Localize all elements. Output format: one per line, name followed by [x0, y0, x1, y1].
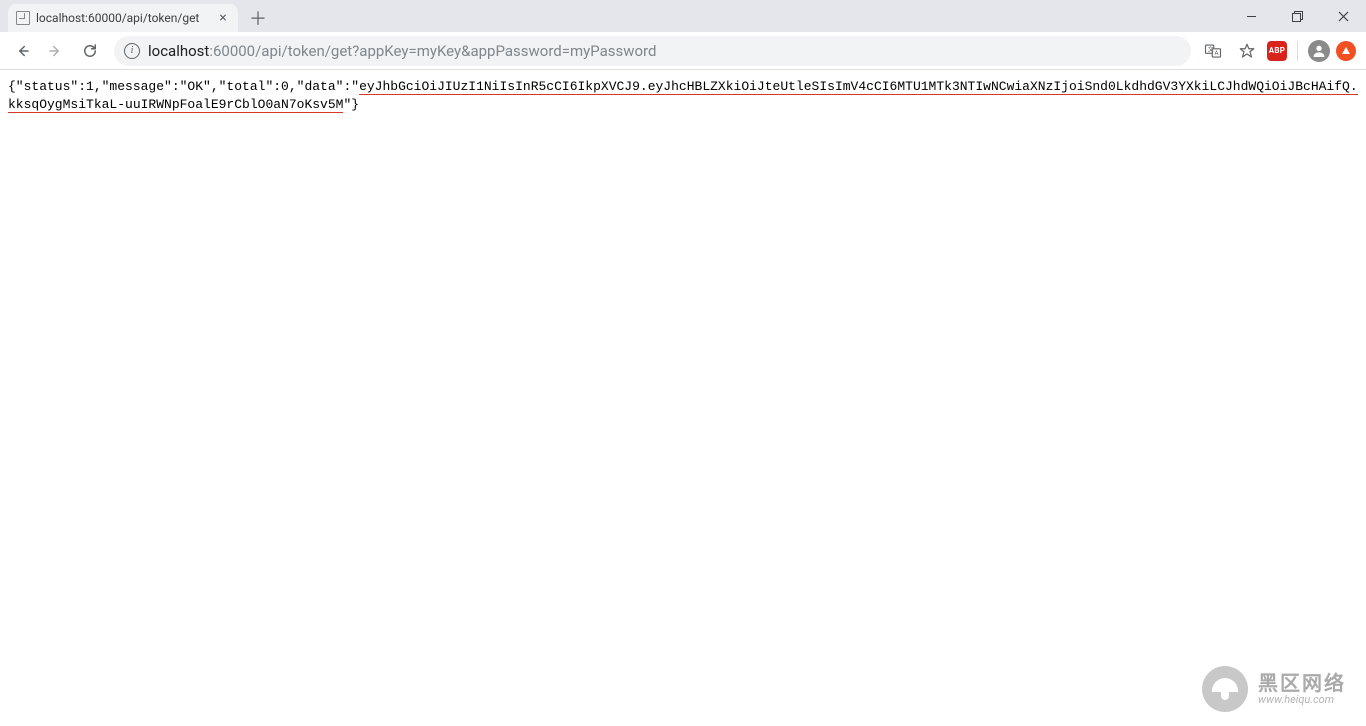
- translate-icon[interactable]: 文A: [1199, 37, 1227, 65]
- toolbar-actions: 文A ABP: [1199, 37, 1360, 65]
- page-favicon-icon: [16, 11, 30, 25]
- abp-label: ABP: [1269, 46, 1286, 55]
- svg-text:A: A: [1215, 50, 1219, 57]
- new-tab-button[interactable]: ＋: [244, 4, 272, 32]
- bookmark-star-icon[interactable]: [1233, 37, 1261, 65]
- watermark-text: 黑区网络 www.heiqu.com: [1258, 672, 1346, 706]
- close-tab-icon[interactable]: ×: [216, 11, 230, 25]
- watermark-cn: 黑区网络: [1258, 672, 1346, 694]
- page-content: {"status":1,"message":"OK","total":0,"da…: [0, 70, 1366, 121]
- browser-toolbar: i localhost:60000/api/token/get?appKey=m…: [0, 32, 1366, 70]
- watermark-en: www.heiqu.com: [1258, 694, 1346, 706]
- json-prefix: {"status":1,"message":"OK","total":0,"da…: [8, 79, 359, 94]
- tab-title: localhost:60000/api/token/get: [36, 11, 210, 25]
- address-bar[interactable]: i localhost:60000/api/token/get?appKey=m…: [114, 36, 1191, 66]
- reload-button[interactable]: [74, 35, 106, 67]
- window-controls: [1228, 0, 1366, 32]
- watermark: 黑区网络 www.heiqu.com: [1202, 666, 1346, 712]
- url-path: :60000/api/token/get?appKey=myKey&appPas…: [209, 42, 656, 60]
- close-window-button[interactable]: [1320, 0, 1366, 32]
- browser-tab[interactable]: localhost:60000/api/token/get ×: [8, 4, 238, 32]
- svg-text:文: 文: [1208, 45, 1214, 53]
- forward-button[interactable]: [40, 35, 72, 67]
- back-button[interactable]: [6, 35, 38, 67]
- maximize-button[interactable]: [1274, 0, 1320, 32]
- extension-icon[interactable]: [1336, 41, 1356, 61]
- site-info-icon[interactable]: i: [124, 43, 140, 59]
- adblock-extension-icon[interactable]: ABP: [1267, 41, 1287, 61]
- watermark-logo-icon: [1202, 666, 1248, 712]
- json-suffix: "}: [343, 97, 359, 112]
- toolbar-separator: [1297, 41, 1298, 61]
- browser-tab-bar: localhost:60000/api/token/get × ＋: [0, 0, 1366, 32]
- profile-avatar-icon[interactable]: [1308, 40, 1330, 62]
- minimize-button[interactable]: [1228, 0, 1274, 32]
- url-display: localhost:60000/api/token/get?appKey=myK…: [148, 42, 656, 60]
- url-host: localhost: [148, 42, 209, 60]
